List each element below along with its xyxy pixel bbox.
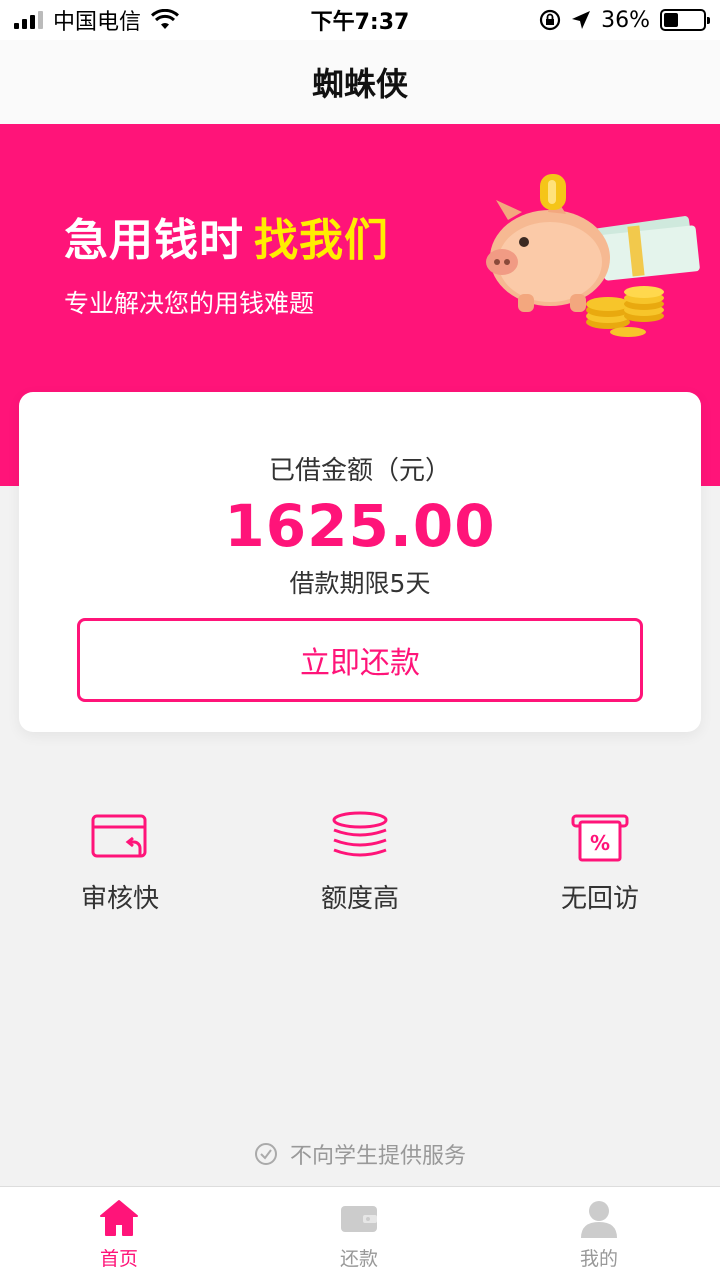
repay-now-button[interactable]: 立即还款 [77,618,643,702]
borrowed-amount-label: 已借金额（元） [268,456,451,486]
signal-icon [14,11,43,29]
feature-row: 审核快 额度高 % 无回访 [0,810,720,930]
loan-term: 借款期限5天 [289,569,431,598]
feature-high-limit: 额度高 [260,810,460,915]
hero-subtitle: 专业解决您的用钱难题 [64,289,315,318]
rotation-lock-icon [539,9,561,31]
tab-label: 还款 [339,1247,378,1270]
tab-mine[interactable]: 我的 [499,1187,699,1280]
status-bar-right: 36% [539,7,710,33]
wifi-icon [151,9,180,29]
disclaimer: 不向学生提供服务 [0,1138,720,1170]
carrier-label: 中国电信 [53,10,142,35]
coin-stack-icon [332,811,388,857]
tab-label: 首页 [99,1247,138,1270]
home-icon [100,1199,138,1236]
user-icon [581,1200,617,1238]
tab-home[interactable]: 首页 [19,1187,219,1280]
tab-label: 我的 [579,1247,618,1270]
status-bar: 中国电信 下午7:37 36% [0,0,720,40]
feature-label: 额度高 [320,884,399,914]
hero-title-main: 急用钱时 [64,215,244,266]
piggy-bank-illustration [486,174,700,337]
loan-card: 已借金额（元） 1625.00 借款期限5天 立即还款 [19,392,701,732]
svg-text:%: % [590,831,610,855]
hero-title: 急用钱时 找我们 [64,204,389,268]
tab-bar: 首页 还款 我的 [0,1186,720,1280]
coin-stack-illustration [586,286,664,337]
feature-label: 无回访 [560,884,639,914]
battery-percent: 36% [601,7,650,33]
tab-repay[interactable]: 还款 [259,1187,459,1280]
location-arrow-icon [572,11,591,29]
feature-label: 审核快 [80,884,159,914]
card-return-icon [91,814,147,858]
disclaimer-text: 不向学生提供服务 [289,1144,466,1169]
feature-no-callback: % 无回访 [500,810,700,915]
battery-icon [660,9,710,31]
percent-receipt-icon: % [571,814,629,862]
banknote-stack-icon [593,216,700,281]
borrowed-amount-value: 1625.00 [224,492,496,560]
nav-bar: 蜘蛛侠 [0,40,720,124]
status-bar-left: 中国电信 [14,4,180,36]
feature-fast-review: 审核快 [20,810,220,915]
wallet-icon [341,1205,377,1232]
hero-title-highlight: 找我们 [254,215,389,266]
battery-level [664,13,678,27]
check-circle-icon [254,1143,277,1165]
page-title: 蜘蛛侠 [311,65,408,103]
